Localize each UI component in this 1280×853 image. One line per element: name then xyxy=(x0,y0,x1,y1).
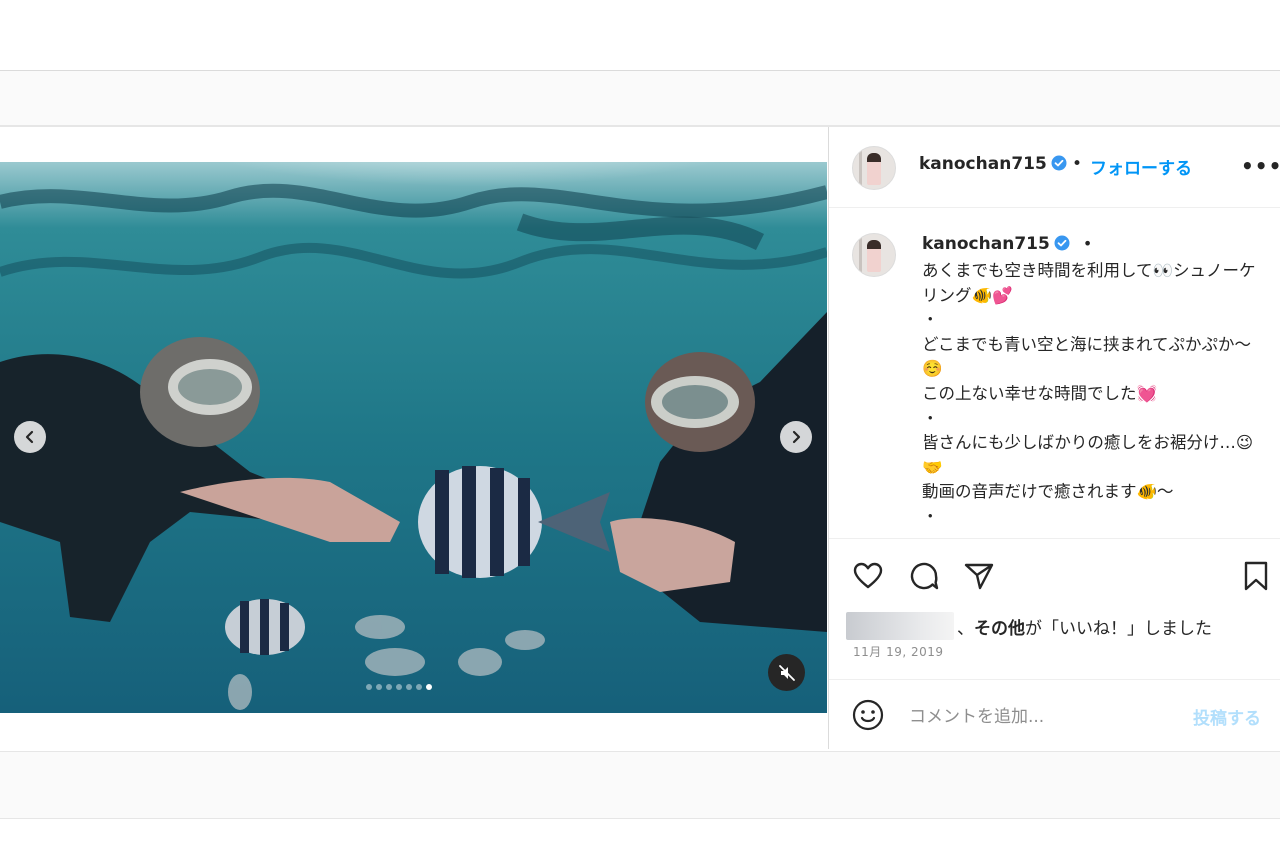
post-side-panel: kanochan715 • フォローする ••• kanochan715 • あ… xyxy=(828,127,1280,749)
mute-toggle-button[interactable] xyxy=(768,654,805,691)
caption-separator: • xyxy=(1082,234,1093,253)
avatar[interactable] xyxy=(852,233,896,277)
likes-suffix: が「いいね！」しました xyxy=(1025,619,1212,639)
verified-icon xyxy=(1051,155,1067,171)
carousel-dot xyxy=(406,684,412,690)
comment-bar: 投稿する xyxy=(829,679,1280,750)
verified-icon xyxy=(1054,235,1070,251)
header-separator: • xyxy=(1072,154,1083,174)
underwater-scene-image xyxy=(0,162,827,713)
heart-icon[interactable] xyxy=(851,559,885,593)
carousel-dot xyxy=(366,684,372,690)
carousel-dot xyxy=(416,684,422,690)
header-username-group: kanochan715 xyxy=(919,154,1067,174)
muted-speaker-icon xyxy=(778,664,795,681)
comment-icon[interactable] xyxy=(907,559,941,593)
page-band xyxy=(0,71,1280,126)
follow-button[interactable]: フォローする xyxy=(1090,154,1192,179)
smiley-icon[interactable] xyxy=(851,698,885,732)
page-band-lower xyxy=(0,752,1280,819)
more-icon: ••• xyxy=(1241,154,1280,178)
carousel-dot xyxy=(386,684,392,690)
bookmark-icon[interactable] xyxy=(1239,559,1273,593)
header-username-link[interactable]: kanochan715 xyxy=(919,154,1047,174)
post-media-video[interactable] xyxy=(0,162,827,713)
next-slide-button[interactable] xyxy=(780,421,812,453)
page-footer-area xyxy=(0,819,1280,853)
carousel-dot xyxy=(396,684,402,690)
caption-username-link[interactable]: kanochan715 xyxy=(922,234,1050,254)
likes-others-link[interactable]: その他 xyxy=(974,619,1025,639)
caption-text: あくまでも空き時間を利用して👀シュノーケリング🐠💕 ・ どこまでも青い空と海に挟… xyxy=(922,261,1256,526)
chevron-right-icon xyxy=(792,430,801,444)
chevron-left-icon xyxy=(25,430,34,444)
post-date: 11月 19, 2019 xyxy=(853,645,944,659)
caption-area: kanochan715 • あくまでも空き時間を利用して👀シュノーケリング🐠💕 … xyxy=(829,208,1280,539)
caption-username-group: kanochan715 • xyxy=(922,234,1092,254)
liker-name-blurred xyxy=(846,612,954,640)
previous-slide-button[interactable] xyxy=(14,421,46,453)
post-actions: 、その他が「いいね！」しました 11月 19, 2019 xyxy=(829,539,1280,679)
more-options-button[interactable]: ••• xyxy=(1241,154,1280,178)
post-header: kanochan715 • フォローする ••• xyxy=(829,127,1280,208)
carousel-dot xyxy=(426,684,432,690)
top-navigation-bar xyxy=(0,0,1280,71)
carousel-dots xyxy=(366,684,432,690)
carousel-dot xyxy=(376,684,382,690)
post-comment-button[interactable]: 投稿する xyxy=(1193,704,1261,729)
avatar[interactable] xyxy=(852,146,896,190)
likes-summary: 、その他が「いいね！」しました xyxy=(957,614,1212,639)
share-icon[interactable] xyxy=(962,559,996,593)
likes-lead: 、 xyxy=(957,619,974,639)
comment-input[interactable] xyxy=(907,702,1181,732)
